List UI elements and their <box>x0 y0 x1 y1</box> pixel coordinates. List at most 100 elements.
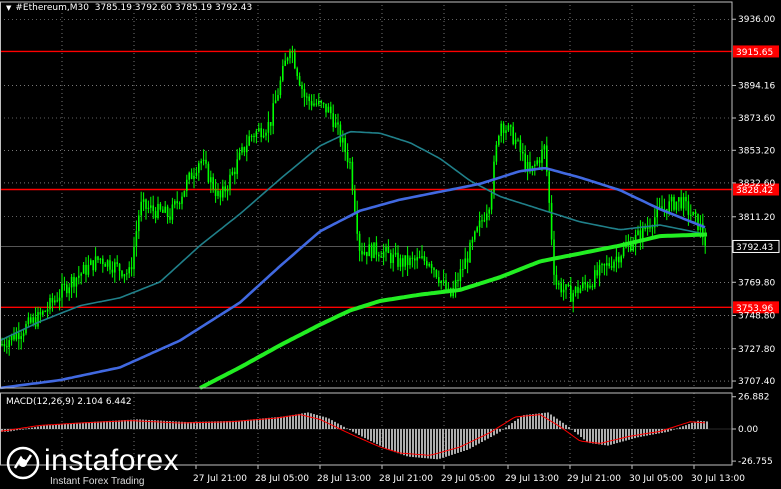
candle-body <box>495 144 498 162</box>
macd-bar <box>628 429 630 440</box>
candle-body <box>505 130 507 133</box>
candle-body <box>18 332 20 340</box>
price-chart[interactable]: 3915.653828.423753.963792.43 3936.003894… <box>0 0 781 489</box>
candle-body <box>498 135 500 145</box>
candle-body <box>104 263 106 267</box>
macd-bar <box>268 417 270 429</box>
candle-body <box>265 132 267 136</box>
candle-body <box>409 257 411 266</box>
candle-body <box>66 284 68 294</box>
macd-bar <box>475 429 477 446</box>
candle-body <box>255 131 258 137</box>
macd-bar <box>289 415 291 429</box>
candle-body <box>589 285 591 288</box>
time-axis-label: 29 Jul 13:00 <box>505 474 559 484</box>
macd-bar <box>532 414 534 429</box>
price-axis-label: 3811.20 <box>738 213 775 223</box>
macd-axis-label: 26.882 <box>738 393 770 403</box>
macd-bar <box>547 412 549 429</box>
macd-bar <box>526 414 528 429</box>
macd-bar <box>256 418 258 429</box>
macd-bar <box>556 418 558 429</box>
candle-body <box>344 138 346 153</box>
candle-body <box>61 283 63 298</box>
candle-body <box>685 196 687 202</box>
candle-body <box>183 190 186 197</box>
macd-bar <box>574 429 576 433</box>
candle-body <box>514 139 517 145</box>
candle-body <box>692 211 694 216</box>
macd-bar <box>430 429 432 459</box>
price-axis-label: 3769.80 <box>738 278 775 288</box>
macd-bar <box>619 429 621 443</box>
candle-body <box>373 242 375 258</box>
candle-body <box>380 256 382 258</box>
macd-bar <box>391 429 393 452</box>
time-axis-label: 30 Jul 05:00 <box>629 474 683 484</box>
candle-body <box>536 160 538 165</box>
macd-bar <box>517 418 519 429</box>
candle-body <box>622 247 625 257</box>
candle-body <box>219 190 222 198</box>
macd-bar <box>355 429 357 434</box>
candle-body <box>440 280 442 283</box>
candle-body <box>483 220 486 222</box>
macd-bar <box>694 421 696 429</box>
macd-bar <box>271 417 273 429</box>
candle-body <box>397 252 399 267</box>
candle-body <box>392 254 394 264</box>
candle-body <box>430 263 433 269</box>
macd-bar <box>706 421 708 429</box>
candle-body <box>310 101 313 106</box>
candle-body <box>150 205 152 208</box>
candle-body <box>90 260 92 265</box>
candle-body <box>78 275 80 278</box>
macd-bar <box>412 429 414 458</box>
macd-bar <box>439 429 441 459</box>
macd-bar <box>613 429 615 444</box>
candle-body <box>147 207 150 209</box>
ohlc-values: 3785.19 3792.60 3785.19 3792.43 <box>94 3 253 13</box>
macd-bar <box>511 423 513 429</box>
macd-bar <box>394 429 396 453</box>
candle-body <box>140 201 142 216</box>
candle-body <box>454 279 457 289</box>
candle-body <box>354 190 356 212</box>
macd-bar <box>274 417 276 429</box>
candle-body <box>190 172 193 179</box>
macd-bar <box>28 428 30 429</box>
candle-body <box>291 51 294 53</box>
candle-body <box>97 256 99 260</box>
macd-bar <box>262 418 264 429</box>
candle-body <box>243 147 246 153</box>
candle-body <box>411 257 414 259</box>
candle-body <box>517 139 519 141</box>
dropdown-triangle-icon[interactable]: ▼ <box>6 4 11 12</box>
candle-body <box>37 312 39 327</box>
macd-bar <box>376 429 378 445</box>
candle-body <box>34 317 37 327</box>
price-axis-label: 3873.60 <box>738 114 775 124</box>
macd-bar <box>55 424 57 429</box>
macd-bar <box>103 421 105 429</box>
candle-body <box>488 209 490 214</box>
candle-body <box>387 246 390 254</box>
candle-body <box>474 231 476 240</box>
candle-body <box>94 256 97 271</box>
candle-body <box>435 269 438 278</box>
macd-bar <box>679 427 681 429</box>
candle-body <box>234 171 236 175</box>
price-axis-label: 3727.80 <box>738 345 775 355</box>
candle-body <box>248 136 250 146</box>
candle-body <box>368 244 370 257</box>
candle-body <box>510 125 512 127</box>
chart-header: ▼ #Ethereum,M30 3785.19 3792.60 3785.19 3… <box>6 3 252 13</box>
macd-bar <box>340 425 342 429</box>
candle-body <box>102 258 104 264</box>
macd-bar <box>46 425 48 429</box>
candle-body <box>579 288 582 293</box>
candle-body <box>363 251 366 255</box>
macd-bar <box>346 428 348 430</box>
candle-body <box>490 193 493 210</box>
macd-bar <box>448 429 450 456</box>
